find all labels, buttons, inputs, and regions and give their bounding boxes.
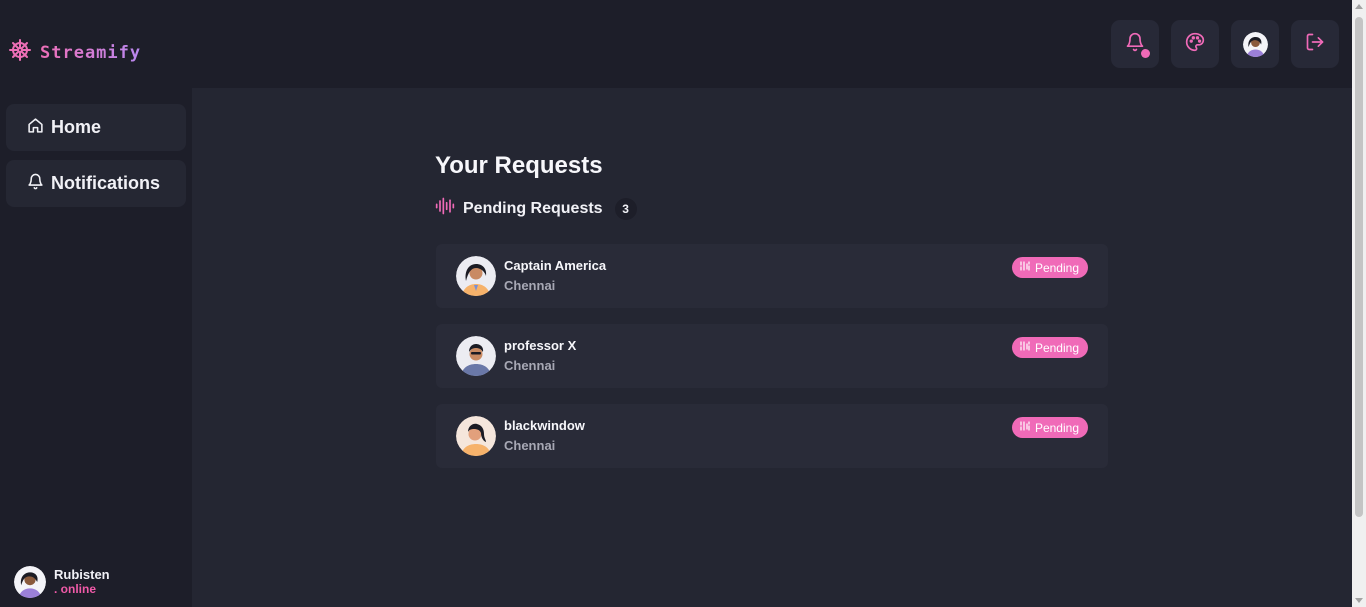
request-card[interactable]: professor X Chennai Pending — [436, 324, 1108, 388]
logout-button[interactable] — [1291, 20, 1339, 68]
logout-icon — [1305, 32, 1325, 57]
requester-name: blackwindow — [504, 418, 585, 433]
brand-logo[interactable]: Streamify — [8, 38, 141, 67]
sidebar: Streamify Home Notifications Rubisten . … — [0, 0, 192, 607]
avatar — [1242, 31, 1268, 57]
ship-wheel-icon — [8, 38, 32, 67]
requester-name: professor X — [504, 338, 577, 353]
sidebar-item-label: Home — [51, 117, 102, 137]
palette-icon — [1185, 32, 1205, 57]
requester-location: Chennai — [504, 438, 556, 453]
avatar — [14, 566, 46, 598]
pending-count-badge: 3 — [614, 197, 637, 220]
scroll-thumb[interactable] — [1355, 17, 1363, 517]
clock-icon — [1019, 340, 1031, 355]
sidebar-item-label: Notifications — [51, 173, 161, 193]
clock-icon — [1019, 260, 1031, 275]
profile-button[interactable] — [1231, 20, 1279, 68]
avatar — [456, 256, 496, 296]
request-list: Captain America Chennai Pending professo… — [436, 244, 1108, 484]
scroll-up-arrow-icon[interactable] — [1355, 4, 1363, 9]
section-label: Pending Requests — [463, 199, 603, 217]
notifications-button[interactable] — [1111, 20, 1159, 68]
sidebar-item-notifications[interactable]: Notifications — [6, 160, 186, 207]
scroll-down-arrow-icon[interactable] — [1355, 598, 1363, 603]
requester-name: Captain America — [504, 258, 607, 273]
request-card[interactable]: blackwindow Chennai Pending — [436, 404, 1108, 468]
main-content: Your Requests Pending Requests 3 Captain… — [192, 88, 1352, 607]
status-label: Pending — [1034, 420, 1079, 435]
requester-location: Chennai — [504, 278, 556, 293]
page-title: Your Requests — [435, 152, 603, 179]
requester-location: Chennai — [504, 358, 556, 373]
audio-wave-icon — [435, 196, 455, 221]
status-label: Pending — [1034, 340, 1079, 355]
status-badge: Pending — [1011, 337, 1088, 358]
page-scrollbar[interactable] — [1352, 0, 1366, 607]
avatar — [456, 416, 496, 456]
pending-requests-header: Pending Requests 3 — [435, 196, 637, 221]
clock-icon — [1019, 420, 1031, 435]
request-card[interactable]: Captain America Chennai Pending — [436, 244, 1108, 308]
theme-button[interactable] — [1171, 20, 1219, 68]
home-icon — [27, 117, 44, 139]
brand-name: Streamify — [40, 42, 142, 63]
avatar — [456, 336, 496, 376]
status-label: Pending — [1034, 260, 1079, 275]
status-badge: Pending — [1011, 257, 1088, 278]
current-user[interactable]: Rubisten . online — [14, 566, 110, 598]
status-badge: Pending — [1011, 417, 1088, 438]
bell-icon — [27, 173, 44, 195]
unread-dot — [1141, 49, 1150, 58]
user-name: Rubisten — [54, 567, 110, 582]
user-status: . online — [54, 582, 96, 596]
sidebar-item-home[interactable]: Home — [6, 104, 186, 151]
